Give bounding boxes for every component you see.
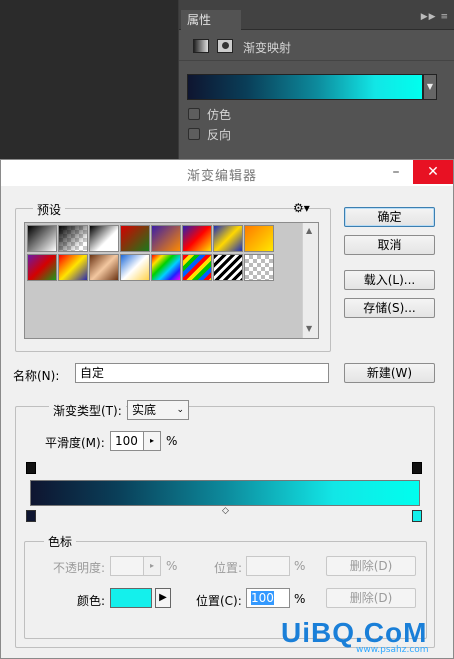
gradient-type-label: 渐变类型(T): <box>49 402 126 419</box>
adjustment-title: 渐变映射 <box>243 41 292 55</box>
opacity-location-percent: % <box>294 559 306 573</box>
gradient-type-select[interactable]: 实底 ⌄ <box>127 400 189 420</box>
save-button[interactable]: 存储(S)... <box>344 298 435 318</box>
opacity-delete-button: 删除(D) <box>326 556 416 576</box>
color-location-label: 位置(C): <box>196 594 242 608</box>
opacity-percent: % <box>166 559 178 573</box>
minimize-button[interactable]: – <box>385 163 407 183</box>
preset-swatch[interactable] <box>27 254 57 281</box>
opacity-location-label: 位置: <box>214 561 243 575</box>
preset-swatch[interactable] <box>182 225 212 252</box>
preset-swatch[interactable] <box>213 225 243 252</box>
properties-panel: 属性 ▶▶ ≡ 渐变映射 ▼ 仿色 反向 <box>178 0 454 160</box>
preset-swatch[interactable] <box>151 254 181 281</box>
preset-swatches-area: ▲ ▼ <box>24 222 319 339</box>
preset-swatch[interactable] <box>120 254 150 281</box>
color-delete-button: 删除(D) <box>326 588 416 608</box>
stop-color-swatch[interactable] <box>110 588 152 608</box>
scroll-down-icon[interactable]: ▼ <box>306 324 312 333</box>
color-stop-left[interactable] <box>26 510 36 522</box>
preset-swatch[interactable] <box>244 254 274 281</box>
preset-swatch[interactable] <box>182 254 212 281</box>
name-input[interactable]: 自定 <box>75 363 329 383</box>
preset-swatch[interactable] <box>244 225 274 252</box>
gradient-bar[interactable] <box>30 480 420 506</box>
preset-swatch[interactable] <box>89 254 119 281</box>
preset-swatch[interactable] <box>89 225 119 252</box>
close-button[interactable]: ✕ <box>413 160 453 184</box>
preset-swatch[interactable] <box>27 225 57 252</box>
preset-swatch[interactable] <box>213 254 243 281</box>
layer-mask-icon[interactable] <box>217 39 233 53</box>
tab-properties[interactable]: 属性 <box>181 10 241 30</box>
gradient-map-adjustment-icon[interactable] <box>193 39 209 53</box>
opacity-input <box>110 556 144 576</box>
load-button[interactable]: 载入(L)... <box>344 270 435 290</box>
panel-tabbar: 属性 ▶▶ ≡ <box>179 0 454 30</box>
name-label: 名称(N): <box>13 369 60 383</box>
reverse-checkbox[interactable] <box>188 128 200 140</box>
watermark-url: www.psahz.com <box>356 645 429 655</box>
color-stops-label: 色标 <box>44 533 77 550</box>
new-button[interactable]: 新建(W) <box>344 363 435 383</box>
reverse-label: 反向 <box>207 128 232 142</box>
divider <box>179 60 454 61</box>
opacity-location-input <box>246 556 290 576</box>
dialog-title: 渐变编辑器 <box>187 169 258 184</box>
ok-button[interactable]: 确定 <box>344 207 435 227</box>
opacity-stop-left[interactable] <box>26 462 36 474</box>
color-location-input[interactable]: 100 <box>246 588 290 608</box>
smoothness-label: 平滑度(M): <box>45 436 105 450</box>
color-label: 颜色: <box>77 594 106 608</box>
midpoint-diamond-icon[interactable]: ◇ <box>222 506 229 516</box>
gradient-editor-dialog: 渐变编辑器 – ✕ 预设 ⚙▾ ▲ ▼ 确定 取消 载入(L)... 存储(S)… <box>0 159 454 659</box>
panel-menu-icon[interactable]: ▶▶ ≡ <box>421 12 449 22</box>
preset-swatch[interactable] <box>58 225 88 252</box>
opacity-stop-right[interactable] <box>412 462 422 474</box>
presets-label: 预设 <box>33 201 66 218</box>
chevron-down-icon: ⌄ <box>176 405 184 415</box>
presets-scrollbar[interactable]: ▲ ▼ <box>302 223 318 338</box>
color-location-percent: % <box>294 592 306 606</box>
dither-label: 仿色 <box>207 108 232 122</box>
smoothness-percent: % <box>166 434 178 448</box>
color-location-value: 100 <box>251 591 274 605</box>
opacity-label: 不透明度: <box>53 561 106 575</box>
smoothness-input[interactable]: 100 <box>110 431 144 451</box>
scroll-up-icon[interactable]: ▲ <box>306 226 312 235</box>
preset-swatch[interactable] <box>120 225 150 252</box>
cancel-button[interactable]: 取消 <box>344 235 435 255</box>
presets-gear-icon[interactable]: ⚙▾ <box>293 201 310 215</box>
gradient-type-value: 实底 <box>132 403 157 417</box>
preset-swatch[interactable] <box>151 225 181 252</box>
dither-checkbox[interactable] <box>188 108 200 120</box>
color-menu-arrow-icon[interactable]: ▶ <box>155 588 171 608</box>
opacity-slider-arrow-icon: ▸ <box>143 556 161 576</box>
smoothness-slider-arrow-icon[interactable]: ▸ <box>143 431 161 451</box>
gradient-map-preview[interactable] <box>187 74 423 100</box>
color-stop-right[interactable] <box>412 510 422 522</box>
gradient-picker-dropdown[interactable]: ▼ <box>423 74 437 100</box>
dialog-titlebar[interactable]: 渐变编辑器 – ✕ <box>1 160 453 186</box>
preset-swatch[interactable] <box>58 254 88 281</box>
